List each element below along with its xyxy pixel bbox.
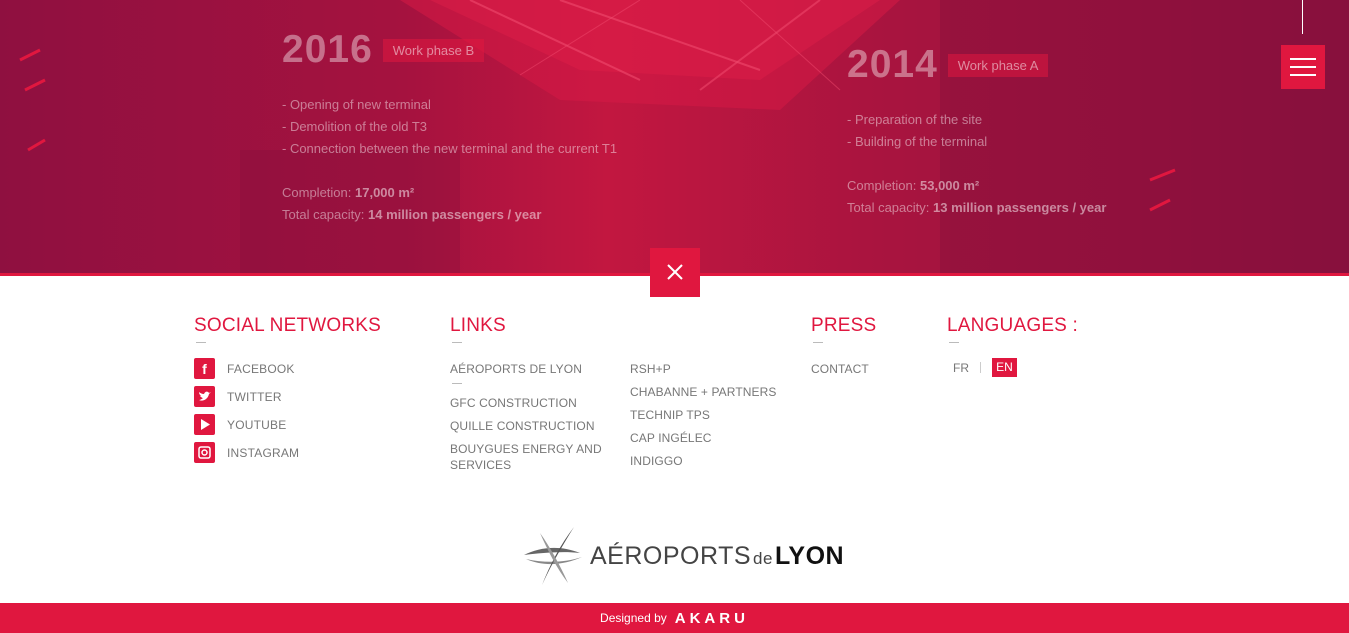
phase-b-completion: Completion: 17,000 m²	[282, 185, 415, 200]
social-item-facebook[interactable]: f FACEBOOK	[194, 358, 295, 379]
link-rshp[interactable]: RSH+P	[630, 361, 671, 377]
link-quille-construction[interactable]: QUILLE CONSTRUCTION	[450, 418, 595, 434]
language-en-button[interactable]: EN	[992, 358, 1017, 377]
phase-b-capacity: Total capacity: 14 million passengers / …	[282, 207, 542, 222]
social-label: YOUTUBE	[227, 417, 287, 432]
logo-lyon: LYON	[774, 541, 845, 570]
aeroports-de-lyon-logo[interactable]: AÉROPORTS deLYON	[520, 525, 844, 587]
link-text: SERVICES	[450, 458, 512, 472]
phase-b-block: 2016 Work phase B - Opening of new termi…	[282, 28, 617, 226]
phase-a-capacity: Total capacity: 13 million passengers / …	[847, 200, 1107, 215]
link-bouygues-energy[interactable]: BOUYGUES ENERGY AND SERVICES	[450, 441, 602, 473]
social-label: TWITTER	[227, 389, 282, 404]
social-item-twitter[interactable]: TWITTER	[194, 386, 282, 407]
phase-b-line: - Demolition of the old T3	[282, 119, 427, 134]
title-dash	[813, 342, 823, 343]
hero-background-image	[19, 0, 1349, 273]
phase-a-tag: Work phase A	[947, 53, 1049, 77]
link-chabanne-partners[interactable]: CHABANNE + PARTNERS	[630, 384, 777, 400]
hamburger-icon-bar	[1290, 66, 1316, 68]
phase-a-completion: Completion: 53,000 m²	[847, 178, 980, 193]
phase-b-line: - Opening of new terminal	[282, 97, 431, 112]
phase-b-tag: Work phase B	[382, 38, 485, 62]
hamburger-icon-bar	[1290, 74, 1316, 76]
akaru-logo-link[interactable]: AKARU	[675, 610, 749, 627]
designed-by-label: Designed by	[600, 611, 667, 625]
phase-b-year: 2016	[282, 28, 373, 71]
social-label: INSTAGRAM	[227, 445, 300, 460]
social-item-youtube[interactable]: YOUTUBE	[194, 414, 286, 435]
logo-text: AÉROPORTS deLYON	[590, 542, 844, 571]
menu-button[interactable]	[1281, 45, 1325, 89]
link-cap-ingelec[interactable]: CAP INGÉLEC	[630, 430, 712, 446]
facebook-icon: f	[194, 358, 215, 379]
link-dash	[452, 383, 462, 384]
youtube-icon	[194, 414, 215, 435]
hamburger-icon	[1290, 58, 1316, 60]
social-label: FACEBOOK	[227, 361, 295, 376]
links-title: LINKS	[450, 315, 506, 336]
link-gfc-construction[interactable]: GFC CONSTRUCTION	[450, 395, 577, 411]
title-dash	[452, 342, 462, 343]
languages-title: LANGUAGES :	[947, 315, 1079, 336]
phase-a-line: - Building of the terminal	[847, 134, 988, 149]
logo-aeroports: AÉROPORTS	[590, 541, 752, 570]
phase-a-line: - Preparation of the site	[847, 112, 983, 127]
close-button[interactable]	[650, 248, 700, 297]
hero-banner: 2016 Work phase B - Opening of new termi…	[0, 0, 1349, 273]
language-separator	[980, 362, 981, 373]
top-divider-line	[1302, 0, 1303, 34]
link-technip-tps[interactable]: TECHNIP TPS	[630, 407, 710, 423]
social-item-instagram[interactable]: INSTAGRAM	[194, 442, 299, 463]
phase-a-year: 2014	[847, 43, 938, 86]
logo-emblem-icon	[524, 527, 582, 585]
social-networks-title: SOCIAL NETWORKS	[194, 315, 382, 336]
link-indiggo[interactable]: INDIGGO	[630, 453, 683, 469]
twitter-icon	[194, 386, 215, 407]
title-dash	[949, 342, 959, 343]
link-aeroports-de-lyon[interactable]: AÉROPORTS DE LYON	[450, 361, 582, 377]
press-title: PRESS	[811, 315, 877, 336]
press-contact-link[interactable]: CONTACT	[811, 361, 869, 377]
title-dash	[196, 342, 206, 343]
footer-bar: Designed by AKARU	[0, 603, 1349, 633]
phase-b-line: - Connection between the new terminal an…	[282, 141, 618, 156]
instagram-icon	[194, 442, 215, 463]
close-icon	[667, 264, 683, 280]
link-text: BOUYGUES ENERGY AND	[450, 442, 602, 456]
language-fr-button[interactable]: FR	[953, 361, 969, 375]
phase-a-block: 2014 Work phase A - Preparation of the s…	[847, 43, 1106, 219]
logo-de: de	[753, 548, 773, 568]
